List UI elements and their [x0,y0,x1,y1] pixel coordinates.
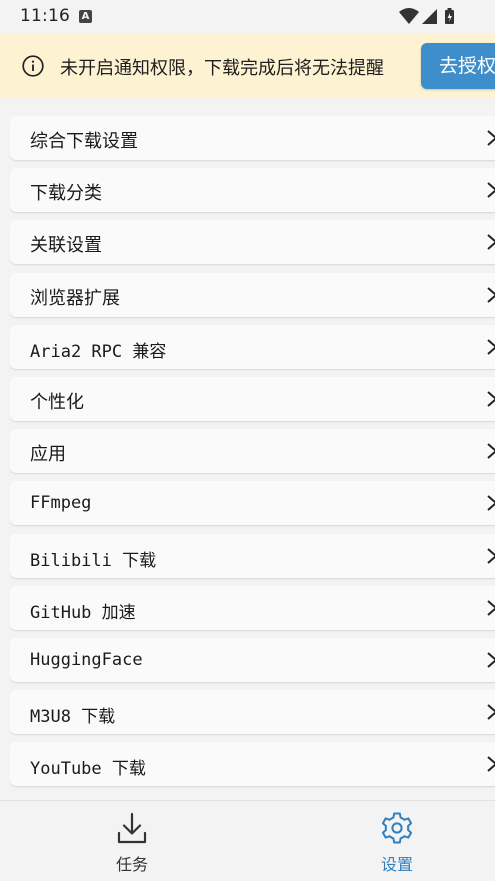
settings-list-item[interactable]: FFmpeg [10,481,495,526]
settings-list-item[interactable]: Bilibili 下载 [10,533,495,578]
chevron-right-icon [487,234,495,251]
chevron-right-icon [487,130,495,146]
settings-list-item[interactable]: 关联设置 [10,220,495,265]
settings-item-label: 综合下载设置 [30,131,138,152]
nav-tasks[interactable]: 任务 [72,801,192,881]
settings-item-label: GitHub 加速 [30,602,136,623]
gear-icon [381,812,413,844]
chevron-right-icon [487,756,495,773]
settings-item-label: HuggingFace [30,650,143,670]
settings-item-label: 浏览器扩展 [30,287,120,309]
status-time: 11:16 [20,6,70,26]
settings-item-label: 个性化 [30,392,84,413]
signal-icon [422,9,437,24]
settings-item-label: 应用 [30,444,66,466]
nav-settings-label: 设置 [380,855,413,874]
chevron-right-icon [487,547,495,564]
system-icons [399,7,461,25]
settings-list-item[interactable]: 浏览器扩展 [10,272,495,317]
settings-item-label: FFmpeg [30,493,92,514]
banner-message: 未开启通知权限，下载完成后将无法提醒 [60,58,384,79]
nav-tasks-label: 任务 [115,855,148,874]
settings-list: 综合下载设置 下载分类关联设置浏览器扩展 Aria2 RPC 兼容 个性化应用 FFmp… [10,116,495,800]
download-icon [117,812,147,844]
settings-list-item[interactable]: M3U8 下载 [10,690,495,735]
settings-list-item[interactable]: HuggingFace [10,638,495,682]
settings-item-label: M3U8 下载 [30,707,116,728]
settings-item-label: Bilibili 下载 [30,550,157,571]
settings-list-item[interactable]: YouTube 下载 [10,742,495,787]
chevron-right-icon [487,391,495,407]
settings-item-label: 下载分类 [30,183,102,205]
info-icon [22,55,44,77]
wifi-icon [399,8,419,24]
bottom-navigation: 任务 设置 [0,800,495,881]
settings-list-item[interactable]: 综合下载设置 [10,116,495,160]
notification-permission-banner: 未开启通知权限，下载完成后将无法提醒 去授权 [0,34,495,98]
settings-list-item[interactable]: 下载分类 [10,168,495,213]
chevron-right-icon [487,495,495,512]
battery-icon [445,8,454,24]
chevron-right-icon [487,652,495,668]
chevron-right-icon [487,286,495,303]
settings-item-label: 关联设置 [30,235,102,257]
settings-list-item[interactable]: Aria2 RPC 兼容 [10,324,495,369]
status-bar: 11:16 A [0,0,495,34]
chevron-right-icon [487,600,495,616]
settings-item-label: Aria2 RPC 兼容 [30,341,167,362]
chevron-right-icon [487,339,495,355]
authorize-button[interactable]: 去授权 [421,43,495,89]
settings-list-item[interactable]: 个性化 [10,377,495,421]
chevron-right-icon [487,443,495,459]
nav-settings[interactable]: 设置 [337,801,457,881]
settings-item-label: YouTube 下载 [30,759,146,780]
chevron-right-icon [487,704,495,720]
notification-badge-icon: A [79,10,92,23]
chevron-right-icon [487,182,495,198]
settings-list-item[interactable]: GitHub 加速 [10,585,495,630]
settings-list-item[interactable]: 应用 [10,429,495,474]
